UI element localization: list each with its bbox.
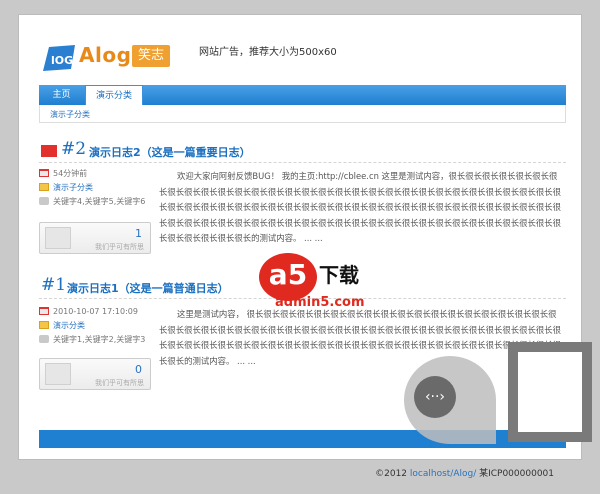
vote-count: 0 <box>135 363 142 376</box>
ad-banner[interactable]: 网站广告，推荐大小为500x60 <box>199 43 337 58</box>
code-icon[interactable]: ‹··› <box>414 376 456 418</box>
logo-cn-badge: 笑志 <box>132 45 170 67</box>
vote-label: 我们乎可有所思 <box>95 243 144 251</box>
post-title-link[interactable]: 演示日志2（这是一篇重要日志） <box>89 144 251 160</box>
tag-icon <box>39 197 49 205</box>
logo-icon: lOG <box>43 45 75 71</box>
folder-icon <box>39 321 49 329</box>
nav-home-tab[interactable]: 主页 <box>39 85 84 105</box>
watermark-url: admin5.com <box>275 295 365 310</box>
watermark: a5 下载 admin5.com <box>259 253 409 313</box>
post-category: 演示子分类 <box>39 181 157 195</box>
logo-text: Alog <box>79 43 132 67</box>
calendar-icon <box>39 307 49 315</box>
svg-text:lOG: lOG <box>51 54 73 67</box>
vote-label: 我们乎可有所思 <box>95 379 144 387</box>
tag-icon <box>39 335 49 343</box>
subnav-item-subcategory[interactable]: 演示子分类 <box>50 109 90 120</box>
page-frame: lOG Alog 笑志 网站广告，推荐大小为500x60 主页 演示分类 演示子… <box>18 14 582 460</box>
folder-icon <box>39 183 49 191</box>
overlay-logo-icon <box>508 342 592 442</box>
post-time: 54分钟前 <box>39 167 157 181</box>
post-meta: 54分钟前 演示子分类 关键字4,关键字5,关键字6 <box>39 167 157 209</box>
important-flag-icon <box>41 145 57 157</box>
post-number: #1 <box>41 275 67 295</box>
footer: ©2012 localhost/Alog/ 某ICP000000001 <box>375 469 554 479</box>
main-nav: 主页 演示分类 <box>39 85 566 105</box>
post-tags: 关键字4,关键字5,关键字6 <box>39 195 157 209</box>
vote-button[interactable]: 1 我们乎可有所思 <box>39 222 151 254</box>
nav-category-tab[interactable]: 演示分类 <box>85 85 143 105</box>
calendar-icon <box>39 169 49 177</box>
vote-logo-icon <box>45 363 71 385</box>
vote-button[interactable]: 0 我们乎可有所思 <box>39 358 151 390</box>
watermark-text: 下载 <box>319 263 359 287</box>
post-meta: 2010-10-07 17:10:09 演示分类 关键字1,关键字2,关键字3 <box>39 305 157 347</box>
post-category: 演示分类 <box>39 319 157 333</box>
post-body: 这里是测试内容， 很长很长很长很长很长很长很长很长很长很长很长很长很长很长很长很… <box>159 309 561 366</box>
site-logo[interactable]: lOG Alog 笑志 <box>39 37 189 75</box>
post-title-link[interactable]: 演示日志1（这是一篇普通日志） <box>67 280 229 296</box>
category-link[interactable]: 演示子分类 <box>53 183 93 192</box>
footer-link[interactable]: localhost/Alog/ <box>410 469 476 479</box>
sub-nav: 演示子分类 <box>39 105 566 123</box>
vote-count: 1 <box>135 227 142 240</box>
post-time: 2010-10-07 17:10:09 <box>39 305 157 319</box>
category-link[interactable]: 演示分类 <box>53 321 85 330</box>
vote-logo-icon <box>45 227 71 249</box>
watermark-logo: a5 <box>259 253 317 301</box>
post-number: #2 <box>61 139 87 159</box>
post-tags: 关键字1,关键字2,关键字3 <box>39 333 157 347</box>
post-title-row: #2 演示日志2（这是一篇重要日志） <box>39 139 566 163</box>
